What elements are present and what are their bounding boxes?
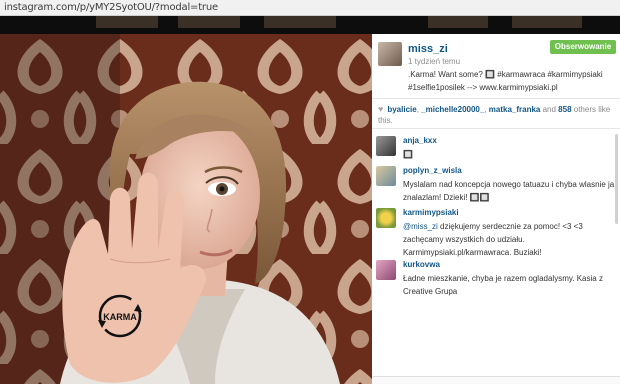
divider: [372, 128, 620, 129]
background-feed-strip: [0, 16, 620, 34]
divider: [372, 98, 620, 99]
palm-text: KARMA: [103, 312, 137, 322]
separator: and: [540, 105, 559, 114]
comment-input-bar[interactable]: [372, 376, 620, 384]
avatar[interactable]: [376, 166, 396, 186]
likes-summary: ♥ byalicie, _michelle20000_, matka_franka…: [378, 104, 616, 126]
post-details-panel: miss_zi 1 tydzień temu Obserwowanie .Kar…: [372, 34, 620, 384]
comment-username[interactable]: kurkovwa: [403, 260, 440, 269]
like-user[interactable]: byalicie: [387, 105, 416, 114]
follow-button[interactable]: Obserwowanie: [550, 40, 616, 54]
comment-username[interactable]: poplyn_z_wisla: [403, 166, 462, 175]
avatar[interactable]: [378, 42, 402, 66]
comment-text: 🔲: [403, 150, 413, 159]
like-user[interactable]: _michelle20000_: [421, 105, 484, 114]
comment-username[interactable]: karmimypsiaki: [403, 208, 459, 217]
author-username[interactable]: miss_zi: [408, 43, 448, 55]
post-photo[interactable]: KARMA: [0, 34, 372, 384]
comment-username[interactable]: anja_kxx: [403, 136, 437, 145]
url-text[interactable]: instagram.com/p/yMY2SyotOU/?modal=true: [4, 2, 218, 13]
likes-count[interactable]: 858: [558, 105, 571, 114]
post-caption: .Karma! Want some? 🔲 #karmawraca #karmim…: [408, 70, 603, 92]
browser-address-bar[interactable]: instagram.com/p/yMY2SyotOU/?modal=true: [0, 0, 620, 16]
selfie-illustration: KARMA: [0, 34, 372, 384]
comment-text: Myslalam nad koncepcja nowego tatuazu i …: [403, 180, 615, 202]
feed-thumbnail: [428, 16, 488, 28]
feed-thumbnail: [96, 16, 158, 28]
feed-thumbnail: [178, 16, 240, 28]
post-time[interactable]: 1 tydzień temu: [408, 57, 460, 66]
comment-mention[interactable]: @miss_zi: [403, 222, 438, 231]
heart-icon[interactable]: ♥: [378, 104, 383, 114]
avatar[interactable]: [376, 208, 396, 228]
feed-thumbnail: [512, 16, 582, 28]
feed-thumbnail: [264, 16, 336, 28]
like-user[interactable]: matka_franka: [489, 105, 541, 114]
comment-text: Ładne mieszkanie, chyba je razem ogladal…: [403, 274, 603, 296]
avatar[interactable]: [376, 136, 396, 156]
comment-text: @miss_zi dziękujemy serdecznie za pomoc!…: [403, 220, 615, 259]
avatar[interactable]: [376, 260, 396, 280]
scrollbar[interactable]: [615, 134, 618, 224]
